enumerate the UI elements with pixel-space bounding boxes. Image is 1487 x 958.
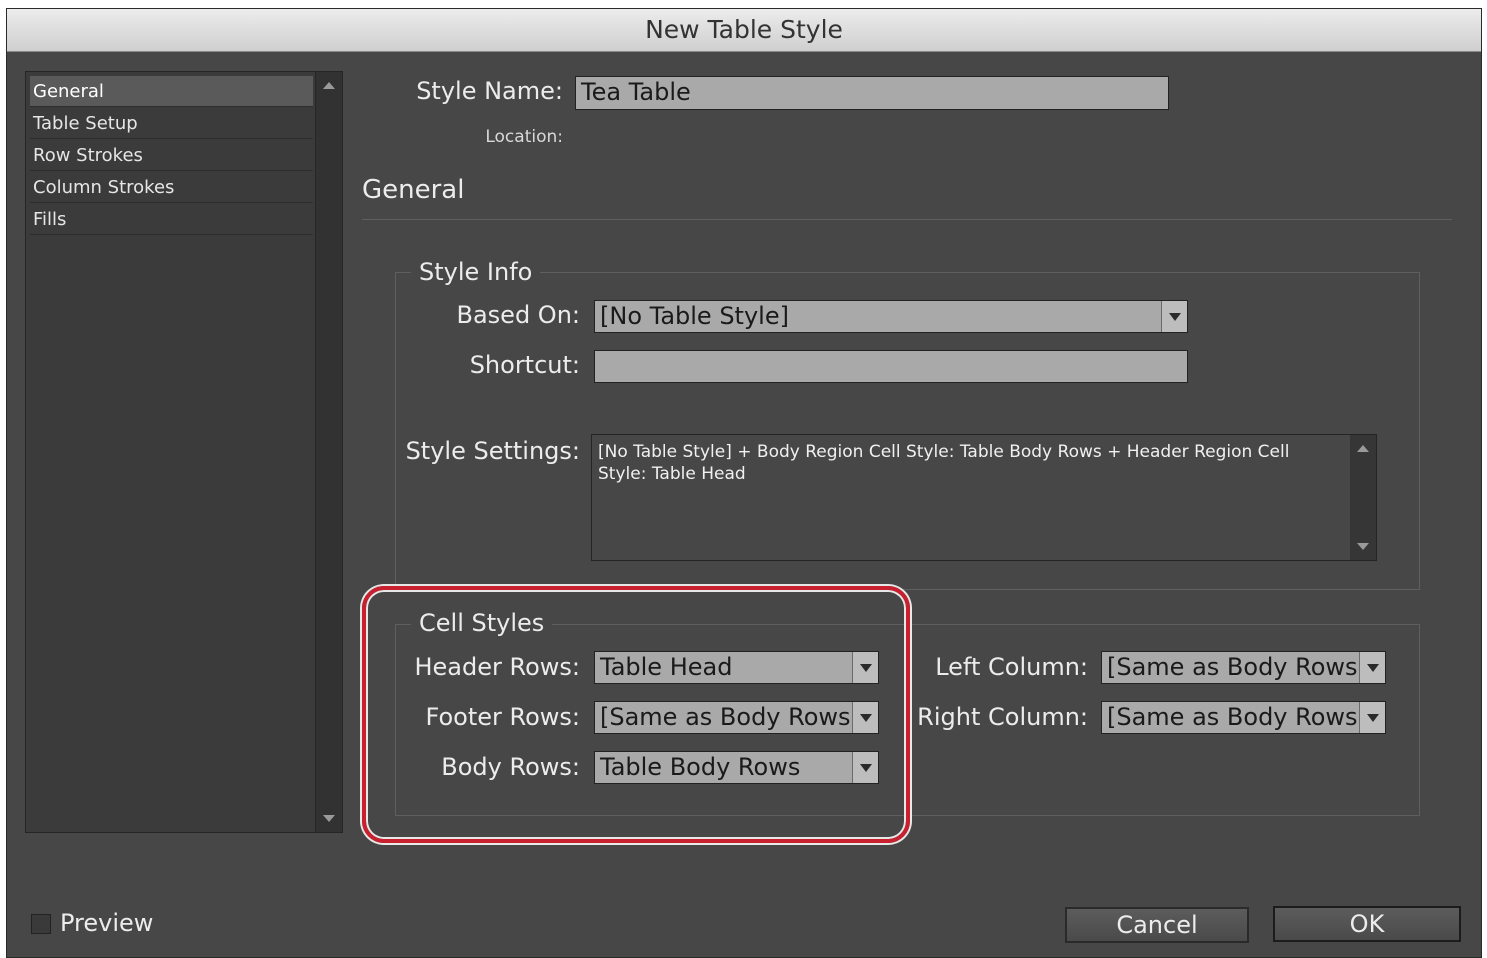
- right-column-label: Right Column:: [917, 703, 1088, 731]
- sidebar-item-table-setup[interactable]: Table Setup: [30, 108, 313, 139]
- section-title: General: [362, 175, 465, 205]
- preview-label[interactable]: Preview: [60, 909, 153, 937]
- style-settings-scrollbar[interactable]: [1350, 435, 1376, 560]
- cancel-button[interactable]: Cancel: [1065, 907, 1249, 943]
- section-divider: [362, 219, 1452, 220]
- based-on-value: [No Table Style]: [600, 302, 789, 330]
- ok-button[interactable]: OK: [1273, 906, 1461, 942]
- category-list: General Table Setup Row Strokes Column S…: [25, 71, 343, 833]
- right-column-value: [Same as Body Rows]: [1107, 703, 1367, 731]
- sidebar-item-fills[interactable]: Fills: [30, 204, 313, 235]
- chevron-down-icon: [1367, 714, 1379, 722]
- preview-checkbox[interactable]: [31, 914, 51, 934]
- style-settings-label: Style Settings:: [405, 437, 580, 465]
- left-column-value: [Same as Body Rows]: [1107, 653, 1367, 681]
- scroll-up-icon[interactable]: [1357, 445, 1369, 452]
- right-column-dropdown-button[interactable]: [1359, 702, 1385, 733]
- style-name-input[interactable]: Tea Table: [575, 76, 1169, 110]
- style-settings-box: [No Table Style] + Body Region Cell Styl…: [591, 434, 1377, 561]
- based-on-dropdown[interactable]: [No Table Style]: [594, 300, 1188, 333]
- scroll-down-icon[interactable]: [1357, 543, 1369, 550]
- cell-styles-highlight: [362, 586, 910, 843]
- chevron-down-icon: [1367, 664, 1379, 672]
- scroll-down-icon[interactable]: [323, 815, 335, 822]
- right-column-dropdown[interactable]: [Same as Body Rows]: [1101, 701, 1386, 734]
- based-on-dropdown-button[interactable]: [1161, 301, 1187, 332]
- sidebar-item-column-strokes[interactable]: Column Strokes: [30, 172, 313, 203]
- sidebar-item-row-strokes[interactable]: Row Strokes: [30, 140, 313, 171]
- style-settings-text: [No Table Style] + Body Region Cell Styl…: [598, 442, 1290, 484]
- sidebar-item-general[interactable]: General: [30, 76, 313, 107]
- left-column-dropdown-button[interactable]: [1359, 652, 1385, 683]
- shortcut-input[interactable]: [594, 350, 1188, 383]
- left-column-dropdown[interactable]: [Same as Body Rows]: [1101, 651, 1386, 684]
- window-title: New Table Style: [7, 9, 1481, 52]
- style-info-legend: Style Info: [411, 258, 541, 286]
- sidebar-scrollbar[interactable]: [315, 72, 342, 832]
- based-on-label: Based On:: [456, 301, 581, 329]
- style-name-label: Style Name:: [416, 77, 563, 105]
- new-table-style-dialog: New Table Style General Table Setup Row …: [6, 8, 1482, 958]
- location-label: Location:: [485, 127, 563, 147]
- shortcut-label: Shortcut:: [469, 351, 580, 379]
- scroll-up-icon[interactable]: [323, 82, 335, 89]
- left-column-label: Left Column:: [935, 653, 1088, 681]
- chevron-down-icon: [1169, 313, 1181, 321]
